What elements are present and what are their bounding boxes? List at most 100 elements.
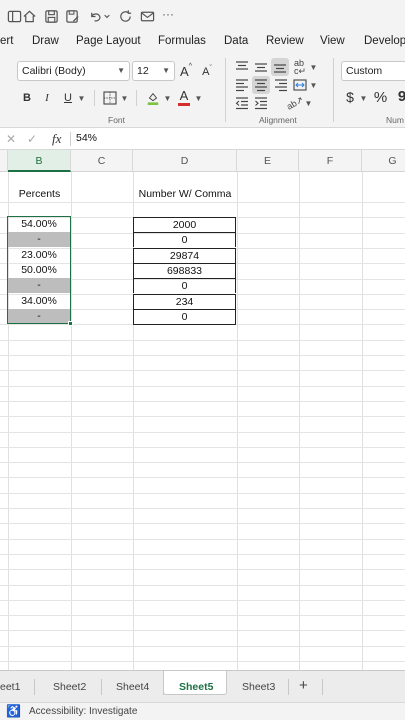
- divider: [94, 90, 95, 106]
- align-top-icon[interactable]: [234, 59, 250, 75]
- bold-button[interactable]: B: [20, 90, 34, 106]
- number-cell[interactable]: 698833: [133, 263, 236, 278]
- sheet-tab-sheet1[interactable]: eet1: [0, 681, 20, 693]
- save-icon[interactable]: [43, 8, 59, 24]
- font-size-select[interactable]: 12 ▼: [132, 61, 175, 81]
- column-header-f[interactable]: F: [299, 150, 362, 172]
- cancel-icon[interactable]: ✕: [6, 132, 16, 146]
- column-header-b[interactable]: B: [8, 150, 71, 172]
- underline-button[interactable]: U: [61, 90, 75, 106]
- tab-insert[interactable]: ert: [0, 35, 13, 47]
- percents-header[interactable]: Percents: [8, 188, 71, 200]
- tab-data[interactable]: Data: [224, 35, 248, 47]
- borders-dropdown-icon[interactable]: ▼: [120, 90, 129, 106]
- sheet-tab-sheet2[interactable]: Sheet2: [53, 681, 86, 693]
- percent-cell[interactable]: 34.00%: [8, 294, 70, 309]
- sheet-tab-sheet4[interactable]: Sheet4: [116, 681, 149, 693]
- font-color-letter: A: [179, 87, 189, 103]
- grid-row-line: [0, 340, 405, 341]
- tab-view[interactable]: View: [320, 35, 345, 47]
- decrease-indent-icon[interactable]: [234, 95, 250, 111]
- fill-color-icon[interactable]: [145, 89, 161, 107]
- fill-handle[interactable]: [68, 321, 73, 326]
- number-cell[interactable]: 29874: [133, 248, 236, 263]
- grid-row-line: [0, 462, 405, 463]
- email-icon[interactable]: [139, 8, 155, 24]
- number-cell[interactable]: 0: [133, 278, 236, 293]
- enter-icon[interactable]: ✓: [27, 132, 37, 146]
- align-bottom-icon[interactable]: [271, 58, 289, 76]
- percent-cell[interactable]: 23.00%: [8, 248, 70, 263]
- tab-draw[interactable]: Draw: [32, 35, 59, 47]
- number-cell[interactable]: 2000: [133, 217, 236, 232]
- undo-dropdown-icon[interactable]: [103, 8, 111, 24]
- divider: [322, 679, 323, 695]
- align-middle-icon[interactable]: [253, 59, 269, 75]
- column-header-d[interactable]: D: [133, 150, 237, 172]
- italic-button[interactable]: I: [40, 90, 54, 106]
- formula-input[interactable]: 54%: [76, 132, 97, 144]
- redo-icon[interactable]: [117, 8, 133, 24]
- increase-indent-icon[interactable]: [253, 95, 269, 111]
- grid-column-line: [237, 172, 238, 670]
- tab-page-layout[interactable]: Page Layout: [76, 35, 141, 47]
- percent-cell[interactable]: 54.00%: [8, 217, 70, 232]
- orientation-dropdown-icon[interactable]: ▼: [304, 96, 313, 110]
- home-icon[interactable]: [21, 8, 37, 24]
- ribbon-tabs: ert Draw Page Layout Formulas Data Revie…: [0, 32, 405, 54]
- fill-color-swatch: [147, 102, 159, 105]
- percent-cell[interactable]: -: [8, 309, 70, 324]
- add-sheet-button[interactable]: +: [299, 677, 308, 694]
- number-group-label: Num: [386, 115, 404, 125]
- font-color-button[interactable]: A: [177, 87, 191, 107]
- column-header-g[interactable]: G: [362, 150, 405, 172]
- underline-dropdown-icon[interactable]: ▼: [77, 90, 86, 106]
- merge-center-icon[interactable]: [292, 77, 308, 93]
- more-icon[interactable]: ···: [160, 6, 176, 22]
- number-cell[interactable]: 0: [133, 309, 236, 325]
- merge-dropdown-icon[interactable]: ▼: [309, 78, 318, 92]
- save-as-icon[interactable]: [64, 8, 80, 24]
- align-center-icon[interactable]: [252, 76, 270, 94]
- currency-button[interactable]: $: [345, 88, 355, 106]
- decrease-font-size-button[interactable]: Aˇ: [200, 64, 214, 80]
- currency-dropdown-icon[interactable]: ▼: [359, 90, 368, 106]
- align-left-icon[interactable]: [234, 77, 250, 93]
- insert-function-button[interactable]: fx: [52, 131, 61, 147]
- increase-font-size-button[interactable]: A ^: [179, 63, 193, 79]
- worksheet-grid[interactable]: B C D E F G Percents Number W/ Comma 54.…: [0, 150, 405, 670]
- percent-cell[interactable]: -: [8, 232, 70, 247]
- fill-color-dropdown-icon[interactable]: ▼: [163, 90, 172, 106]
- comma-style-button[interactable]: 9: [396, 87, 405, 105]
- status-bar: ♿ Accessibility: Investigate: [0, 702, 405, 720]
- undo-icon[interactable]: [87, 8, 103, 24]
- column-header-c[interactable]: C: [71, 150, 133, 172]
- number-cell[interactable]: 0: [133, 232, 236, 247]
- grid-row-line: [0, 539, 405, 540]
- grid-row-line: [0, 569, 405, 570]
- number-header[interactable]: Number W/ Comma: [133, 188, 237, 200]
- font-color-dropdown-icon[interactable]: ▼: [194, 90, 203, 106]
- number-format-select[interactable]: Custom: [341, 61, 405, 81]
- font-group-label: Font: [108, 115, 126, 125]
- number-cell[interactable]: 234: [133, 294, 236, 309]
- sheet-tab-sheet5[interactable]: Sheet5: [179, 681, 213, 693]
- borders-icon[interactable]: [102, 90, 118, 106]
- tab-review[interactable]: Review: [266, 35, 304, 47]
- sidebar-icon[interactable]: [6, 8, 22, 24]
- percent-button[interactable]: %: [373, 88, 388, 106]
- tab-developer[interactable]: Develop: [364, 35, 405, 47]
- sheet-tab-sheet3[interactable]: Sheet3: [242, 681, 275, 693]
- wrap-text-icon[interactable]: ab c↵: [292, 58, 308, 76]
- row-header-corner[interactable]: [0, 150, 8, 172]
- divider: [101, 679, 102, 695]
- font-name-select[interactable]: Calibri (Body) ▼: [17, 61, 130, 81]
- tab-formulas[interactable]: Formulas: [158, 35, 206, 47]
- percent-cell[interactable]: 50.00%: [8, 263, 70, 278]
- percent-cell[interactable]: -: [8, 278, 70, 293]
- wrap-dropdown-icon[interactable]: ▼: [309, 60, 318, 74]
- grid-column-line: [71, 172, 72, 670]
- accessibility-status[interactable]: Accessibility: Investigate: [29, 706, 137, 717]
- align-right-icon[interactable]: [273, 77, 289, 93]
- column-header-e[interactable]: E: [237, 150, 299, 172]
